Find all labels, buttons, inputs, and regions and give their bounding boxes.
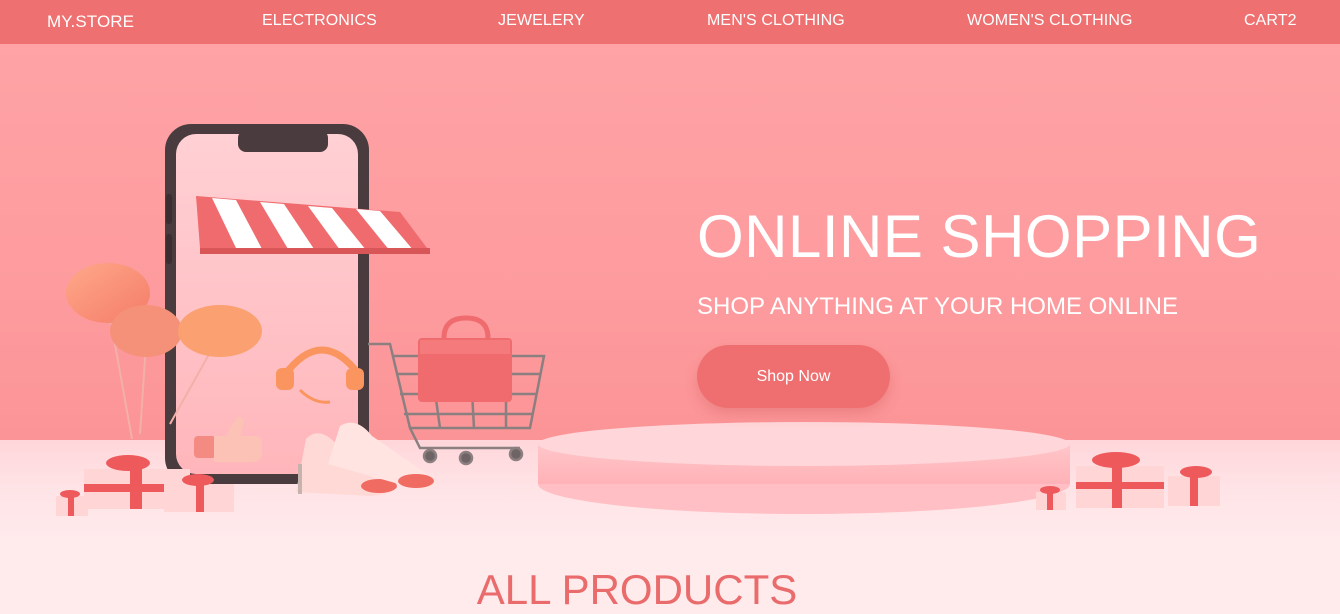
- nav-link-mens-clothing[interactable]: MEN'S CLOTHING: [707, 12, 845, 30]
- high-heels-icon: [296, 422, 437, 496]
- nav-link-womens-clothing[interactable]: WOMEN'S CLOTHING: [967, 12, 1133, 30]
- hero-banner: ONLINE SHOPPING SHOP ANYTHING AT YOUR HO…: [0, 44, 1340, 542]
- nav-link-electronics[interactable]: ELECTRONICS: [262, 12, 377, 30]
- brand-logo-link[interactable]: MY.STORE: [47, 12, 134, 32]
- hero-subtitle: SHOP ANYTHING AT YOUR HOME ONLINE: [697, 293, 1178, 320]
- shop-now-button[interactable]: Shop Now: [697, 345, 890, 408]
- hero-title: ONLINE SHOPPING: [697, 203, 1262, 270]
- all-products-heading: ALL PRODUCTS: [476, 566, 798, 613]
- nav-link-cart[interactable]: CART2: [1244, 12, 1297, 30]
- shopping-bag-icon: [418, 315, 512, 402]
- podium-icon: [538, 422, 1070, 514]
- smartphone-store-icon: [165, 124, 369, 484]
- nav-link-jewelery[interactable]: JEWELERY: [498, 12, 585, 30]
- top-navbar: MY.STORE ELECTRONICS JEWELERY MEN'S CLOT…: [0, 0, 1340, 44]
